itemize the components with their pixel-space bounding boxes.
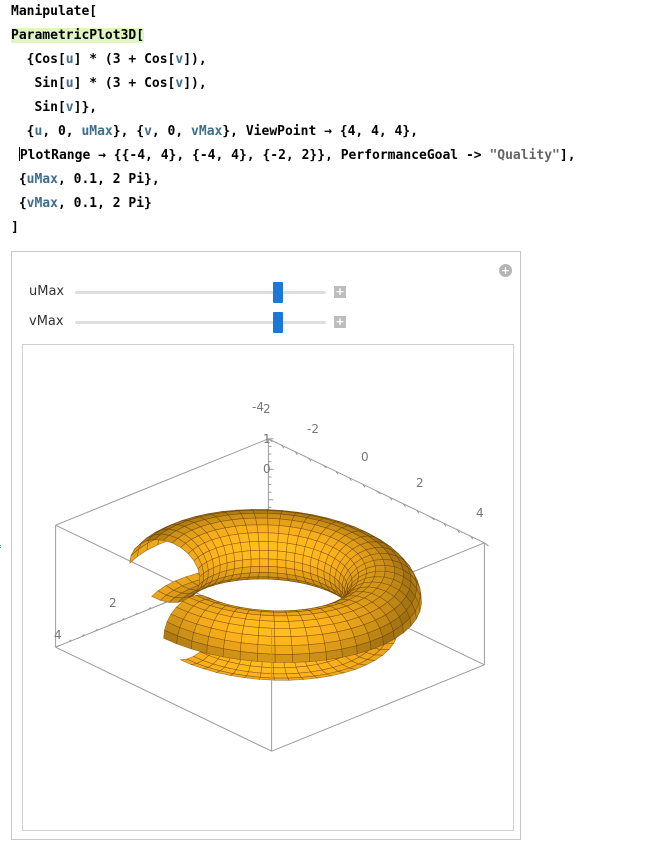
slider-thumb-vmax[interactable]: [272, 312, 283, 333]
code-line-2: ParametricPlot3D[: [11, 24, 576, 48]
code-line-10: ]: [11, 220, 19, 235]
surface-patch-6-0: [257, 652, 276, 663]
surface-patch-35-12: [250, 558, 260, 567]
surface-patch-35-14: [248, 572, 260, 578]
surface-patch-8-3: [289, 627, 308, 638]
surface-patch-33-13: [267, 565, 278, 574]
surface-patch-8-1: [291, 644, 310, 655]
surface-patch-34-13: [258, 565, 269, 573]
surface-patch-35-13: [249, 565, 260, 574]
surface-patch-21-6: [373, 558, 386, 567]
tick-label-top-2: 2: [416, 476, 424, 490]
code-line-4: Sin[u] * (3 + Cos[v]),: [11, 76, 207, 91]
surface-patch-7-6: [273, 611, 288, 617]
surface-patch-9-2: [306, 633, 325, 646]
tick-top-4: [484, 542, 489, 547]
surface-patch-8-4: [288, 620, 306, 629]
surface-patch-33-9: [267, 532, 279, 543]
surface-patch-6-3: [258, 627, 276, 637]
code-cell[interactable]: Manipulate[ ParametricPlot3D[ {Cos[u] * …: [11, 0, 576, 240]
surface-patch-32-9: [277, 533, 289, 544]
control-label-umax: uMax: [29, 284, 65, 299]
slider-thumb-umax[interactable]: [272, 282, 283, 303]
surface-patch-36-12: [242, 558, 252, 568]
surface-patch-8-0: [292, 653, 311, 663]
tick-label-z-2: 2: [263, 402, 271, 416]
code-line-6: {u, 0, uMax}, {v, 0, vMax}, ViewPoint → …: [11, 124, 419, 139]
surface-patch-32-12: [276, 558, 287, 569]
surface-patch-8-5: [286, 614, 304, 622]
panel-options-plus-icon[interactable]: +: [499, 264, 512, 277]
surface-patch-7-19: [273, 677, 290, 681]
surface-patch-6-4: [258, 620, 275, 629]
slider-track-umax[interactable]: [75, 282, 326, 303]
surface-patch-33-11: [267, 549, 278, 560]
surface-patch-35-10: [249, 540, 260, 551]
surface-patch-19-6: [374, 570, 386, 578]
surface-patch-6-2: [257, 635, 276, 646]
surface-patch-8-19: [287, 677, 305, 681]
surface-patch-32-11: [276, 550, 287, 561]
surface-patch-7-3: [274, 628, 292, 638]
surface-patch-34-11: [258, 549, 269, 560]
tick-label-z-0: 0: [263, 462, 271, 476]
surface-patch-33-10: [267, 541, 279, 552]
surface-patch-34-5: [252, 509, 268, 514]
surface-patch-36-11: [241, 550, 252, 561]
tick-label-z-1: 1: [263, 432, 271, 446]
surface-patch-34-8: [256, 524, 269, 534]
surface-patch-33-8: [267, 524, 280, 534]
control-umax: uMax +: [12, 281, 520, 305]
manipulate-keyword: Manipulate[: [11, 4, 98, 19]
surface-patch-7-2: [274, 636, 293, 646]
surface-patch-7-1: [274, 645, 293, 655]
surface-patch-32-10: [277, 541, 288, 553]
surface-patch-34-12: [259, 558, 269, 567]
surface-patch-34-9: [257, 532, 269, 542]
surface-patch-35-11: [250, 549, 260, 560]
plot-3d-frame[interactable]: -4 -2 0 2 4 2 1 0 2 4: [22, 344, 514, 831]
surface-patch-33-7: [267, 517, 281, 526]
tick-label-left-4: 4: [54, 628, 62, 642]
control-vmax: vMax +: [12, 311, 520, 335]
control-label-vmax: vMax: [29, 314, 64, 329]
surface-patch-20-6: [374, 564, 386, 572]
tick-label-top-4: 4: [476, 506, 484, 520]
surface-patch-34-6: [253, 512, 269, 519]
surface-patch-34-14: [258, 572, 269, 578]
surface-patch-32-8: [278, 525, 291, 535]
parametricplot3d-function: ParametricPlot3D[: [11, 28, 145, 43]
code-line-1: Manipulate[: [11, 0, 576, 24]
expand-control-plus-icon-umax[interactable]: +: [334, 286, 346, 298]
surface-patch-8-17: [284, 666, 300, 675]
code-line-5: Sin[v]},: [11, 100, 98, 115]
torus-plot-svg[interactable]: -4 -2 0 2 4 2 1 0 2 4: [23, 345, 513, 830]
surface-patch-7-0: [274, 653, 293, 663]
manipulate-panel: + uMax + vMax + -4 -2 0 2 4 2 1 0 2 4: [11, 251, 521, 840]
slider-track-vmax[interactable]: [75, 312, 326, 333]
code-line-3: {Cos[u] * (3 + Cos[v]),: [11, 52, 207, 67]
surface-patch-7-4: [273, 620, 291, 629]
surface-patch-7-17: [272, 667, 287, 675]
tick-label-top-0: 0: [361, 450, 369, 464]
tick-label-top-neg2: -2: [307, 422, 319, 436]
cell-bracket-marker[interactable]: [0, 545, 4, 548]
surface-patch-37-11: [233, 551, 243, 562]
code-line-9: {vMax, 0.1, 2 Pi}: [11, 196, 152, 211]
surface-patch-7-5: [273, 615, 289, 622]
surface-patch-33-12: [268, 558, 278, 568]
expand-control-plus-icon-vmax[interactable]: +: [334, 316, 346, 328]
surface-patch-7-18: [273, 673, 289, 679]
surface-patch-34-10: [258, 540, 269, 551]
surface-patch-34-7: [255, 517, 269, 526]
code-line-8: {uMax, 0.1, 2 Pi},: [11, 172, 160, 187]
tick-label-left-2: 2: [109, 596, 117, 610]
surface-patch-5-2: [240, 633, 259, 645]
code-line-7: PlotRange → {{-4, 4}, {-4, 4}, {-2, 2}},…: [18, 147, 576, 163]
surface-patch-8-2: [290, 635, 309, 646]
surface-patch-6-1: [257, 644, 276, 655]
torus-surface: [129, 509, 422, 681]
